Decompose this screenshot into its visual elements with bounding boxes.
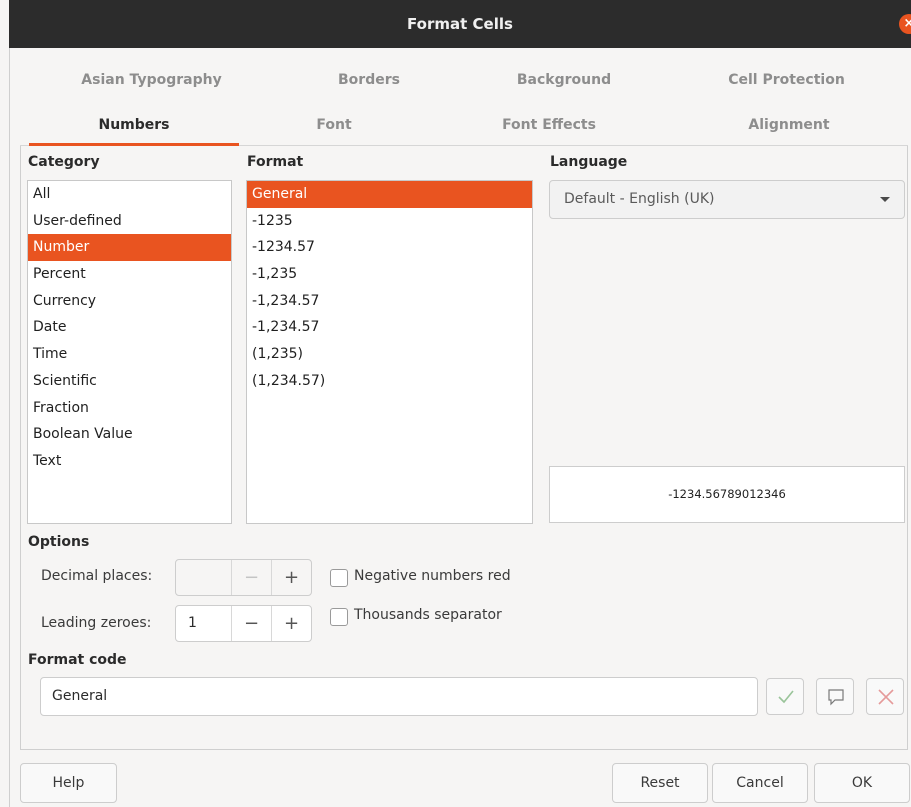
format-list[interactable]: General -1235 -1234.57 -1,235 -1,234.57 … [246,180,533,524]
window-title: Format Cells [407,15,513,33]
format-item[interactable]: -1,234.57 [247,314,532,341]
apply-button[interactable] [766,678,804,715]
format-item[interactable]: -1235 [247,208,532,235]
checkmark-icon [778,690,794,704]
decrement-icon[interactable]: − [231,606,271,641]
increment-icon[interactable]: + [271,606,311,641]
format-item[interactable]: -1,234.57 [247,288,532,315]
format-code-value[interactable]: General [52,678,107,715]
category-item-scientific[interactable]: Scientific [28,368,231,395]
leading-zeroes-stepper[interactable]: 1 − + [175,605,312,642]
tab-font[interactable]: Font [239,107,429,143]
thousands-separator-label: Thousands separator [354,607,502,623]
language-value: Default - English (UK) [564,191,715,207]
format-label: Format [247,154,304,170]
format-code-label: Format code [28,652,127,668]
category-list[interactable]: All User-defined Number Percent Currency… [27,180,232,524]
tab-borders[interactable]: Borders [274,62,464,98]
decimal-places-stepper[interactable]: − + [175,559,312,596]
format-item[interactable]: (1,235) [247,341,532,368]
format-item[interactable]: -1234.57 [247,234,532,261]
category-label: Category [28,154,100,170]
category-item-user-defined[interactable]: User-defined [28,208,231,235]
format-code-input[interactable]: General [40,677,758,716]
negative-red-label: Negative numbers red [354,568,511,584]
category-item-percent[interactable]: Percent [28,261,231,288]
comment-button[interactable] [816,678,854,715]
tab-asian-typography[interactable]: Asian Typography [29,62,274,98]
format-item[interactable]: -1,235 [247,261,532,288]
tab-background[interactable]: Background [464,62,664,98]
chevron-down-icon [880,197,890,202]
ok-button[interactable]: OK [814,763,910,803]
title-bar: Format Cells × [9,0,911,48]
tab-alignment[interactable]: Alignment [669,107,909,143]
preview-box: -1234.56789012346 [549,466,905,523]
format-item[interactable]: (1,234.57) [247,368,532,395]
category-item-fraction[interactable]: Fraction [28,395,231,422]
language-label: Language [550,154,628,170]
leading-zeroes-value[interactable]: 1 [188,606,197,641]
category-item-number[interactable]: Number [28,234,231,262]
format-item[interactable]: General [247,181,532,208]
category-item-all[interactable]: All [28,181,231,208]
help-button[interactable]: Help [20,763,117,803]
category-item-time[interactable]: Time [28,341,231,368]
category-item-currency[interactable]: Currency [28,288,231,315]
tab-font-effects[interactable]: Font Effects [429,107,669,143]
cancel-button[interactable]: Cancel [712,763,808,803]
leading-zeroes-label: Leading zeroes: [41,615,152,631]
category-item-date[interactable]: Date [28,314,231,341]
increment-icon[interactable]: + [271,560,311,595]
dialog-border [9,48,10,807]
options-label: Options [28,534,90,550]
thousands-separator-checkbox[interactable] [330,608,348,626]
negative-red-checkbox[interactable] [330,569,348,587]
category-item-text[interactable]: Text [28,448,231,475]
decimal-places-label: Decimal places: [41,568,153,584]
reset-button[interactable]: Reset [612,763,708,803]
tab-cell-protection[interactable]: Cell Protection [664,62,909,98]
category-item-boolean-value[interactable]: Boolean Value [28,421,231,448]
decrement-icon[interactable]: − [231,560,271,595]
language-dropdown[interactable]: Default - English (UK) [549,180,905,219]
delete-button[interactable] [866,678,904,715]
delete-x-icon [878,689,894,705]
comment-icon [828,689,844,706]
tab-numbers[interactable]: Numbers [29,107,239,143]
